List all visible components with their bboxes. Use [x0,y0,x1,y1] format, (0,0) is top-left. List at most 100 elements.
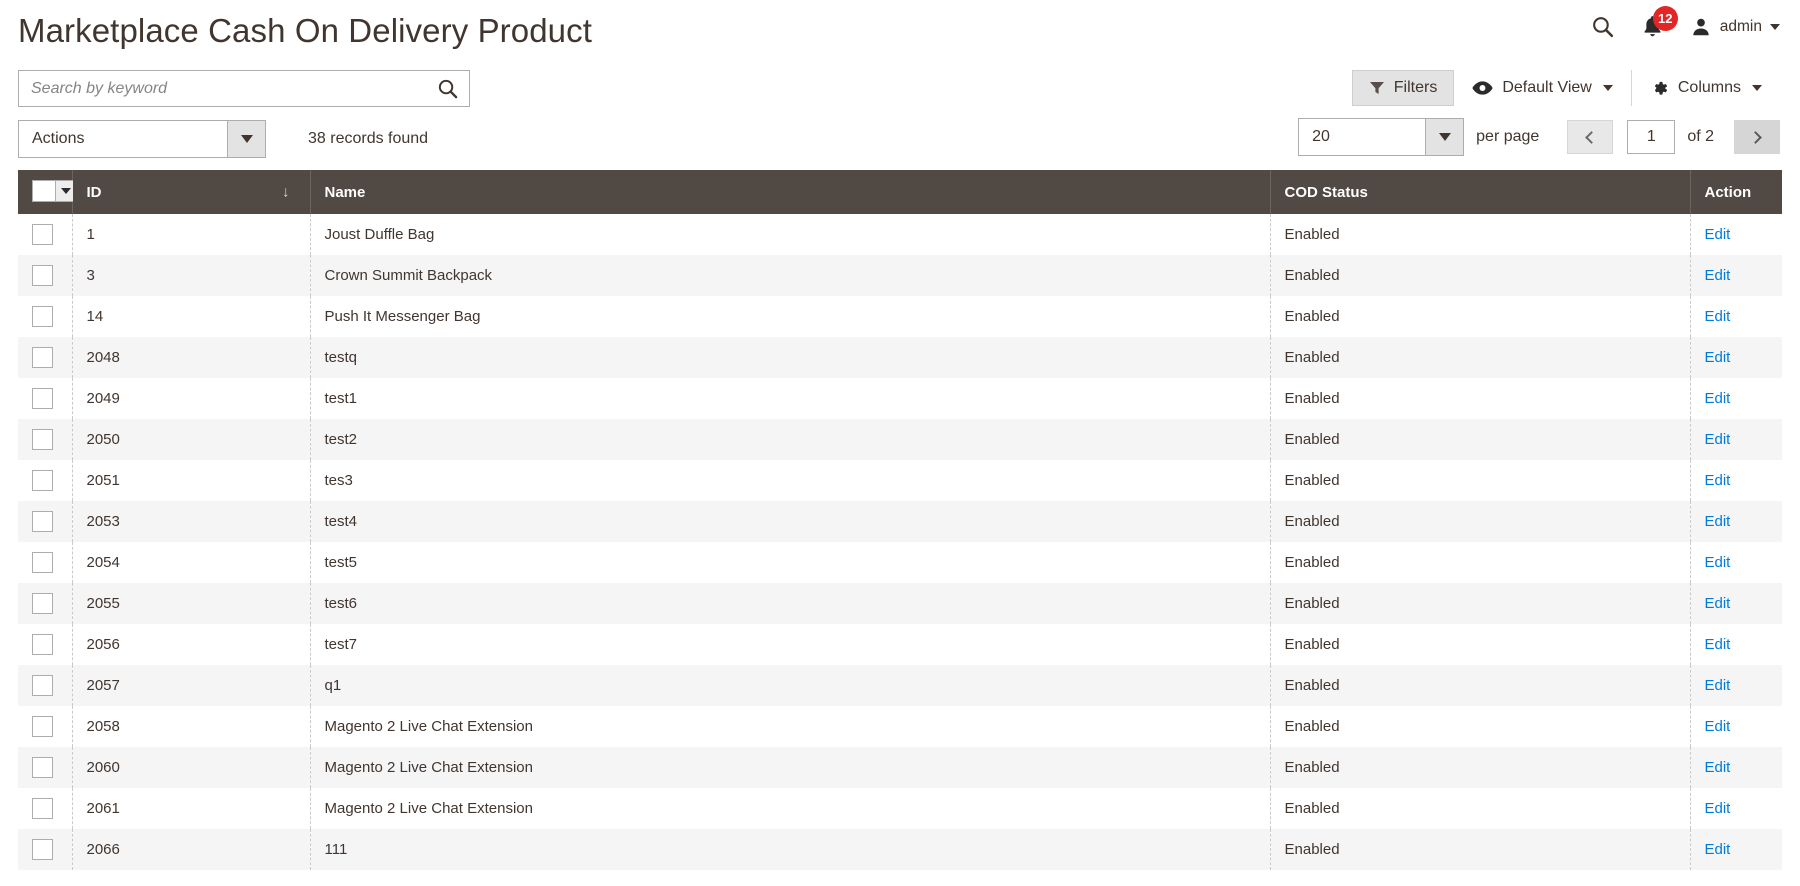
row-checkbox[interactable] [32,675,53,696]
per-page-label: per page [1476,128,1540,145]
row-checkbox-cell [18,829,73,870]
cell-cod-status: Enabled [1270,706,1691,747]
edit-link[interactable]: Edit [1705,390,1731,407]
table-row: 2055 test6 Enabled Edit [18,583,1782,624]
row-checkbox[interactable] [32,265,53,286]
cell-id: 2055 [72,583,311,624]
column-header-name-label: Name [324,183,366,201]
column-header-action-label: Action [1704,183,1752,201]
edit-link[interactable]: Edit [1705,308,1731,325]
edit-link[interactable]: Edit [1705,349,1731,366]
cell-id: 2061 [72,788,311,829]
actions-dropdown[interactable]: Actions [18,120,266,158]
table-row: 2057 q1 Enabled Edit [18,665,1782,706]
edit-link[interactable]: Edit [1705,677,1731,694]
table-header-row: ID ↓ Name COD Status Action [18,170,1782,214]
current-page-input[interactable] [1627,120,1676,154]
cell-cod-status: Enabled [1270,829,1691,870]
row-checkbox[interactable] [32,634,53,655]
row-checkbox[interactable] [32,306,53,327]
gear-icon [1654,81,1667,95]
row-checkbox[interactable] [32,388,53,409]
cell-cod-status: Enabled [1270,665,1691,706]
search-icon[interactable] [1590,14,1615,39]
cell-id: 14 [72,296,311,337]
row-checkbox-cell [18,542,73,583]
table-row: 14 Push It Messenger Bag Enabled Edit [18,296,1782,337]
cell-id: 2054 [72,542,311,583]
notifications-button[interactable]: 12 [1641,6,1678,39]
edit-link[interactable]: Edit [1705,513,1731,530]
row-checkbox[interactable] [32,552,53,573]
cell-action: Edit [1690,624,1782,665]
edit-link[interactable]: Edit [1705,718,1731,735]
default-view-selector[interactable]: Default View [1454,70,1631,106]
columns-selector[interactable]: Columns [1630,70,1780,106]
cell-name: test4 [310,501,1271,542]
chevron-down-icon [1438,133,1451,141]
edit-link[interactable]: Edit [1705,554,1731,571]
edit-link[interactable]: Edit [1705,267,1731,284]
cell-action: Edit [1690,255,1782,296]
row-checkbox[interactable] [32,593,53,614]
row-checkbox[interactable] [32,511,53,532]
row-checkbox[interactable] [32,347,53,368]
select-all-checkbox-dropdown[interactable] [32,179,76,202]
cell-cod-status: Enabled [1270,501,1691,542]
row-checkbox[interactable] [32,224,53,245]
total-pages-label: of 2 [1687,128,1714,145]
column-header-cod-status[interactable]: COD Status [1270,170,1691,214]
data-grid-container: ID ↓ Name COD Status Action 1 Joust Duffl… [18,170,1782,870]
row-checkbox[interactable] [32,470,53,491]
cell-cod-status: Enabled [1270,296,1691,337]
table-row: 2048 testq Enabled Edit [18,337,1782,378]
edit-link[interactable]: Edit [1705,472,1731,489]
edit-link[interactable]: Edit [1705,636,1731,653]
edit-link[interactable]: Edit [1705,841,1731,858]
row-checkbox[interactable] [32,839,53,860]
cell-name: Magento 2 Live Chat Extension [310,706,1271,747]
cell-action: Edit [1690,378,1782,419]
cell-name: test6 [310,583,1271,624]
edit-link[interactable]: Edit [1705,759,1731,776]
per-page-value: 20 [1312,128,1330,145]
data-grid-head: ID ↓ Name COD Status Action [18,170,1782,214]
row-checkbox[interactable] [32,716,53,737]
cell-name: test2 [310,419,1271,460]
search-submit-button[interactable] [425,71,469,106]
edit-link[interactable]: Edit [1705,800,1731,817]
header-tools: 12 admin [1590,6,1780,39]
cell-action: Edit [1690,296,1782,337]
table-row: 1 Joust Duffle Bag Enabled Edit [18,214,1782,255]
chevron-down-icon [1770,23,1780,30]
table-row: 2066 111 Enabled Edit [18,829,1782,870]
chevron-down-icon [1752,85,1762,91]
select-all-checkbox[interactable] [33,180,55,201]
cell-cod-status: Enabled [1270,337,1691,378]
cell-action: Edit [1690,583,1782,624]
cell-cod-status: Enabled [1270,583,1691,624]
edit-link[interactable]: Edit [1705,226,1731,243]
admin-header: Marketplace Cash On Delivery Product 12 … [0,0,1800,62]
edit-link[interactable]: Edit [1705,595,1731,612]
per-page-dropdown[interactable]: 20 [1298,118,1465,156]
previous-page-button[interactable] [1567,120,1614,154]
row-checkbox[interactable] [32,757,53,778]
edit-link[interactable]: Edit [1705,431,1731,448]
cell-name: Push It Messenger Bag [310,296,1271,337]
chevron-down-icon [240,135,253,143]
cell-cod-status: Enabled [1270,214,1691,255]
row-checkbox[interactable] [32,429,53,450]
filters-label: Filters [1393,79,1438,96]
column-header-name[interactable]: Name [310,170,1271,214]
cell-cod-status: Enabled [1270,788,1691,829]
filters-button[interactable]: Filters [1351,70,1455,106]
column-header-id[interactable]: ID ↓ [72,170,311,214]
search-input[interactable] [19,71,425,106]
per-page-dropdown-toggle[interactable] [1425,119,1464,155]
next-page-button[interactable] [1734,120,1780,154]
admin-user-menu[interactable]: admin [1690,16,1780,38]
actions-dropdown-toggle[interactable] [227,121,265,157]
row-checkbox[interactable] [32,798,53,819]
cell-id: 2057 [72,665,311,706]
